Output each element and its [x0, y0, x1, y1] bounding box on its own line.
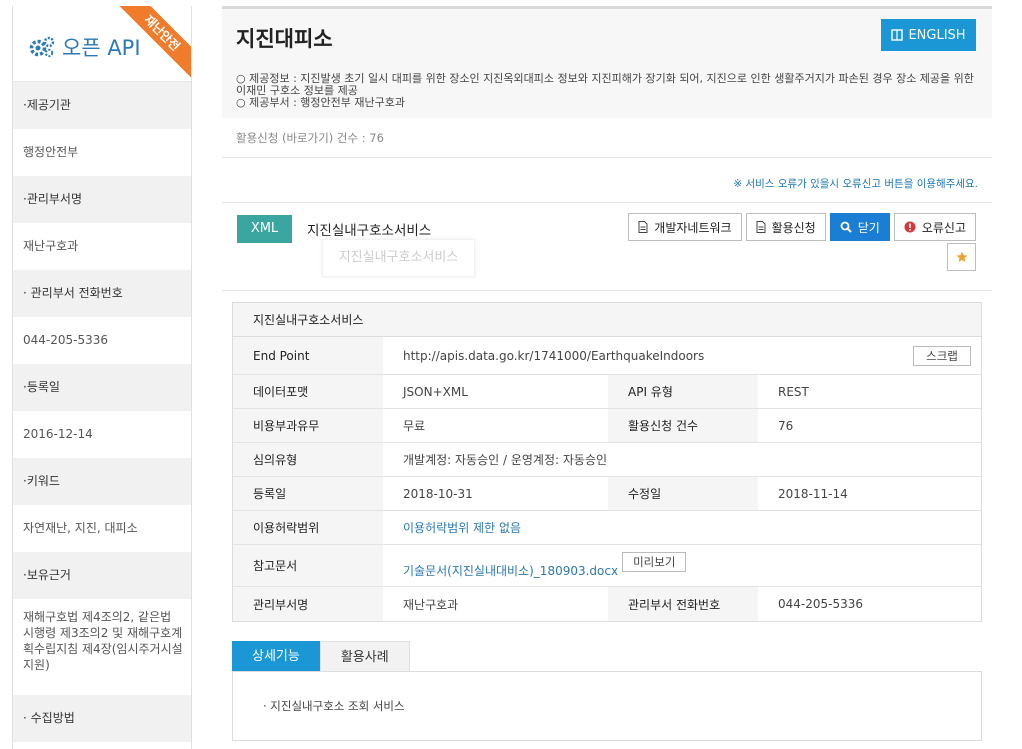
api-type-label: API 유형 — [608, 375, 758, 408]
service-description: ○ 제공정보 : 지진발생 초기 일시 대피를 위한 장소인 지진옥외대피소 정… — [236, 73, 978, 109]
page-title: 지진대피소 — [236, 27, 333, 51]
table-row: 이용허락범위 이용허락범위 제한 없음 — [233, 511, 981, 545]
search-icon — [840, 221, 852, 233]
table-row: 데이터포맷 JSON+XML API 유형 REST — [233, 375, 981, 409]
desc-line-provider-dept: ○ 제공부서 : 행정안전부 재난구호과 — [236, 96, 405, 109]
table-row: End Point http://apis.data.go.kr/1741000… — [233, 337, 981, 375]
table-row: 관리부서명 재난구호과 관리부서 전화번호 044-205-5336 — [233, 587, 981, 621]
dept-label: 관리부서명 — [233, 587, 383, 621]
sidebar-label-keyword: ·키워드 — [13, 458, 191, 505]
star-icon — [956, 251, 967, 262]
close-button[interactable]: 닫기 — [829, 213, 890, 241]
close-label: 닫기 — [857, 220, 880, 235]
format-value: JSON+XML — [403, 384, 468, 399]
function-list-item: · 지진실내구호소 조회 서비스 — [263, 699, 405, 713]
main-content: 지진대피소 ENGLISH ○ 제공정보 : 지진발생 초기 일시 대피를 위한… — [222, 6, 992, 291]
reference-label: 참고문서 — [233, 545, 383, 586]
mod-date-value: 2018-11-14 — [778, 486, 848, 501]
sidebar-label-collect: · 수집방법 — [13, 695, 191, 742]
endpoint-cell: http://apis.data.go.kr/1741000/Earthquak… — [383, 337, 981, 374]
review-type-value: 개발계정: 자동승인 / 운영계정: 자동승인 — [403, 453, 608, 467]
sidebar-value-keyword: 자연재난, 지진, 대피소 — [13, 505, 191, 552]
mod-date-label: 수정일 — [608, 477, 758, 510]
sidebar-label-provider: ·제공기관 — [13, 82, 191, 129]
report-error-label: 오류신고 — [921, 220, 966, 235]
sidebar: 오픈 API 재난안전 ·제공기관 행정안전부 ·관리부서명 재난구호과 · 관… — [12, 6, 192, 749]
reference-doc-link[interactable]: 기술문서(지진실내대비소)_180903.docx — [403, 562, 618, 579]
table-row: 심의유형 개발계정: 자동승인 / 운영계정: 자동승인 — [233, 443, 981, 477]
sidebar-value-basis: 재해구호법 제4조의2, 같은법 시행령 제3조의2 및 재해구호계획수립지침 … — [13, 599, 191, 695]
page-header: 지진대피소 ENGLISH ○ 제공정보 : 지진발생 초기 일시 대피를 위한… — [222, 6, 992, 118]
ribbon-label: 재난안전 — [115, 6, 191, 80]
apply-count-value: 76 — [778, 418, 794, 433]
tab-detail-function[interactable]: 상세기능 — [232, 641, 320, 672]
dept-value: 재난구호과 — [403, 597, 459, 612]
detail-table-title: 지진실내구호소서비스 — [233, 303, 981, 337]
report-error-button[interactable]: 오류신고 — [893, 213, 976, 241]
sidebar-value-phone: 044-205-5336 — [13, 317, 191, 364]
service-actions: 개발자네트워크 활용신청 닫기 오류신고 — [628, 213, 976, 241]
dev-network-button[interactable]: 개발자네트워크 — [628, 213, 742, 241]
scrap-button[interactable]: 스크랩 — [913, 346, 971, 366]
service-name: 지진실내구호소서비스 — [307, 223, 432, 239]
format-badge: XML — [237, 215, 292, 243]
sidebar-label-regdate: ·등록일 — [13, 364, 191, 411]
reg-date-label: 등록일 — [233, 477, 383, 510]
detail-tabs: 상세기능 활용사례 — [232, 641, 410, 672]
category-ribbon: 재난안전 — [111, 6, 191, 86]
reg-date-value: 2018-10-31 — [403, 486, 473, 501]
endpoint-value: http://apis.data.go.kr/1741000/Earthquak… — [403, 348, 705, 363]
document-icon — [638, 221, 648, 233]
api-type-value: REST — [778, 384, 809, 399]
apply-label: 활용신청 — [771, 220, 816, 235]
sidebar-value-regdate: 2016-12-14 — [13, 411, 191, 458]
sidebar-value-dept: 재난구호과 — [13, 223, 191, 270]
license-link[interactable]: 이용허락범위 제한 없음 — [383, 511, 981, 544]
table-row: 비용부과유무 무료 활용신청 건수 76 — [233, 409, 981, 443]
desc-line-provided-info: ○ 제공정보 : 지진발생 초기 일시 대피를 위한 장소인 지진옥외대피소 정… — [236, 72, 974, 97]
document-icon — [756, 221, 766, 233]
preview-button[interactable]: 미리보기 — [622, 551, 687, 572]
phone-label: 관리부서 전화번호 — [608, 587, 758, 621]
tab-panel: · 지진실내구호소 조회 서비스 — [232, 671, 982, 741]
english-button-label: ENGLISH — [908, 27, 966, 43]
fee-value: 무료 — [403, 419, 426, 433]
english-button[interactable]: ENGLISH — [881, 19, 976, 51]
dev-network-label: 개발자네트워크 — [654, 220, 732, 235]
table-row: 등록일 2018-10-31 수정일 2018-11-14 — [233, 477, 981, 511]
fee-label: 비용부과유무 — [233, 409, 383, 442]
sidebar-label-phone: · 관리부서 전화번호 — [13, 270, 191, 317]
service-name-tooltip: 지진실내구호소서비스 — [322, 239, 475, 277]
sidebar-header: 오픈 API 재난안전 — [13, 6, 191, 82]
reference-cell: 기술문서(지진실내대비소)_180903.docx 미리보기 — [383, 545, 981, 586]
tab-use-cases[interactable]: 활용사례 — [319, 641, 410, 672]
detail-table: 지진실내구호소서비스 End Point http://apis.data.go… — [232, 302, 982, 622]
apply-button[interactable]: 활용신청 — [745, 213, 826, 241]
phone-value: 044-205-5336 — [778, 597, 864, 611]
book-icon — [891, 29, 904, 41]
review-type-label: 심의유형 — [233, 443, 383, 476]
sidebar-value-provider: 행정안전부 — [13, 129, 191, 176]
endpoint-label: End Point — [233, 337, 383, 374]
sidebar-label-basis: ·보유근거 — [13, 552, 191, 599]
sidebar-label-dept: ·관리부서명 — [13, 176, 191, 223]
alert-icon — [904, 221, 916, 233]
format-label: 데이터포맷 — [233, 375, 383, 408]
table-row: 참고문서 기술문서(지진실내대비소)_180903.docx 미리보기 — [233, 545, 981, 587]
service-row: XML 지진실내구호소서비스 지진실내구호소서비스 개발자네트워크 활용신청 닫… — [222, 203, 992, 291]
apply-count-label: 활용신청 건수 — [608, 409, 758, 442]
gears-icon — [29, 36, 55, 58]
error-report-notice: ※ 서비스 오류가 있을시 오류신고 버튼을 이용해주세요. — [222, 158, 992, 203]
favorite-button[interactable] — [947, 243, 976, 271]
license-label: 이용허락범위 — [233, 511, 383, 544]
usage-count-line[interactable]: 활용신청 (바로가기) 건수 : 76 — [222, 118, 992, 158]
